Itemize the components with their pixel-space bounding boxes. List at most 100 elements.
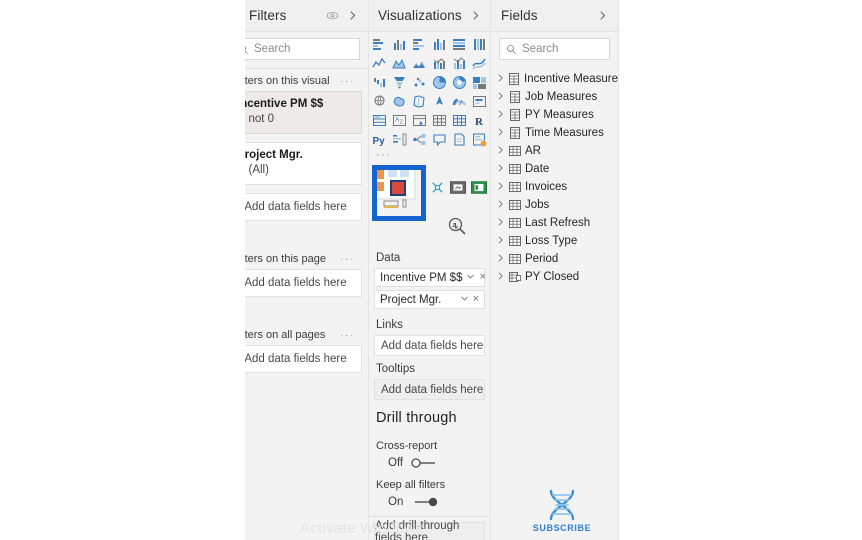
chevron-right-icon[interactable] [497,272,505,282]
visualizations-panel: Visualizations A Z R Py ··· Data Incenti… [368,0,491,540]
tooltips-dropzone[interactable]: Add data fields here [374,379,485,400]
clustered-bar-chart-icon[interactable] [410,36,430,53]
chevron-right-icon[interactable] [497,74,504,84]
pie-chart-icon[interactable] [430,74,450,91]
chevron-right-icon[interactable] [497,128,505,138]
clustered-column-chart-icon[interactable] [430,36,450,53]
chevron-right-icon[interactable] [497,146,505,156]
chevron-right-icon[interactable] [465,6,485,26]
qna-visual-icon[interactable] [430,131,450,148]
selected-visual-icon[interactable] [372,165,418,214]
field-tree-item[interactable]: PY Closed [491,268,618,286]
filter-card[interactable]: Incentive PM $$ is not 0 [245,91,362,134]
matrix-icon[interactable] [449,112,469,129]
chevron-down-icon[interactable] [466,272,475,284]
chevron-right-icon[interactable] [497,92,505,102]
filters-visual-dropzone[interactable]: Add data fields here [245,193,362,221]
multi-row-card-icon[interactable] [370,112,390,129]
remove-field-icon[interactable]: × [473,294,479,305]
stacked-bar-chart-icon[interactable] [370,36,390,53]
r-icon[interactable] [471,180,487,199]
field-chip[interactable]: Project Mgr. × [374,290,485,309]
kpi-icon[interactable]: AZ [390,112,410,129]
arcgis-map-icon[interactable] [430,93,450,110]
section-menu-icon[interactable]: ··· [340,76,360,87]
visual-type-gallery[interactable]: A Z R Py [368,32,491,148]
field-tree-item[interactable]: Invoices [491,178,618,196]
line-chart-icon[interactable] [370,55,390,72]
100-stacked-column-chart-icon[interactable] [469,36,489,53]
field-tree-item[interactable]: Time Measures [491,124,618,142]
line-stacked-column-chart-icon[interactable] [430,55,450,72]
cross-report-label: Cross-report [376,440,438,452]
treemap-icon[interactable] [469,74,489,91]
chevron-right-icon[interactable] [497,164,505,174]
key-influencers-icon[interactable] [390,131,410,148]
activate-windows-watermark: Activate Windows [300,520,424,537]
field-tree-item[interactable]: Period [491,250,618,268]
area-chart-icon[interactable] [390,55,410,72]
100-stacked-bar-chart-icon[interactable] [449,36,469,53]
field-tree-item[interactable]: Job Measures [491,88,618,106]
filters-page-dropzone[interactable]: Add data fields here [245,269,362,297]
section-menu-icon[interactable]: ··· [340,330,360,341]
chevron-right-icon[interactable] [592,6,612,26]
field-tree-item[interactable]: Jobs [491,196,618,214]
field-tree-item[interactable]: PY Measures [491,106,618,124]
remove-field-icon[interactable]: × [479,272,485,283]
eye-icon[interactable] [322,6,342,26]
chevron-right-icon[interactable] [497,200,505,210]
keep-all-filters-toggle[interactable]: On [368,491,491,510]
chevron-right-icon[interactable] [497,254,505,264]
links-dropzone[interactable]: Add data fields here [374,335,485,356]
power-bi-report-editor: Filters Search ters on this visual ··· I… [0,0,862,540]
visual-gallery-more-icon[interactable]: ··· [368,148,491,163]
svg-text:R: R [475,116,484,128]
python-visual-icon[interactable]: Py [370,131,390,148]
shape-map-icon[interactable] [410,93,430,110]
filter-card[interactable]: Project Mgr. is (All) [245,142,362,185]
ribbon-chart-icon[interactable] [469,55,489,72]
decomposition-tree-icon[interactable] [410,131,430,148]
chevron-right-icon[interactable] [342,6,362,26]
toggle-on-icon [415,497,438,507]
python-icon[interactable] [430,180,445,200]
field-tree-item-label: Period [525,253,559,265]
smart-narrative-icon[interactable] [449,131,469,148]
field-tree-item[interactable]: Incentive Measures [491,70,618,88]
table-icon[interactable] [430,112,450,129]
stacked-area-chart-icon[interactable] [410,55,430,72]
map-icon[interactable] [370,93,390,110]
field-chip[interactable]: Incentive PM $$ × [374,268,486,287]
field-tree-item[interactable]: Last Refresh [491,214,618,232]
filters-all-pages-dropzone[interactable]: Add data fields here [245,345,362,373]
r-script-visual-icon[interactable]: R [469,112,489,129]
fields-search-placeholder: Search [522,43,559,55]
paginated-report-icon[interactable] [469,131,489,148]
gauge-chart-icon[interactable] [449,93,469,110]
field-tree-item[interactable]: AR [491,142,618,160]
field-tree-item[interactable]: Loss Type [491,232,618,250]
card-icon[interactable] [469,93,489,110]
chevron-down-icon[interactable] [460,294,469,306]
cross-report-toggle[interactable]: Off [368,452,491,471]
line-clustered-column-chart-icon[interactable] [449,55,469,72]
field-tree-item[interactable]: Date [491,160,618,178]
donut-chart-icon[interactable] [449,74,469,91]
chevron-right-icon[interactable] [497,182,505,192]
section-menu-icon[interactable]: ··· [340,254,360,265]
chevron-right-icon[interactable] [497,218,505,228]
analytics-icon[interactable] [447,216,467,241]
chevron-right-icon[interactable] [497,236,505,246]
chevron-right-icon[interactable] [497,110,505,120]
scatter-chart-icon[interactable] [410,74,430,91]
fields-search-input[interactable]: Search [499,38,610,60]
filters-search-wrap: Search [245,32,368,66]
format-visual-icon[interactable] [450,180,466,199]
filled-map-icon[interactable] [390,93,410,110]
waterfall-chart-icon[interactable] [370,74,390,91]
slicer-icon[interactable] [410,112,430,129]
stacked-column-chart-icon[interactable] [390,36,410,53]
funnel-chart-icon[interactable] [390,74,410,91]
filters-search-input[interactable]: Search [245,38,360,60]
